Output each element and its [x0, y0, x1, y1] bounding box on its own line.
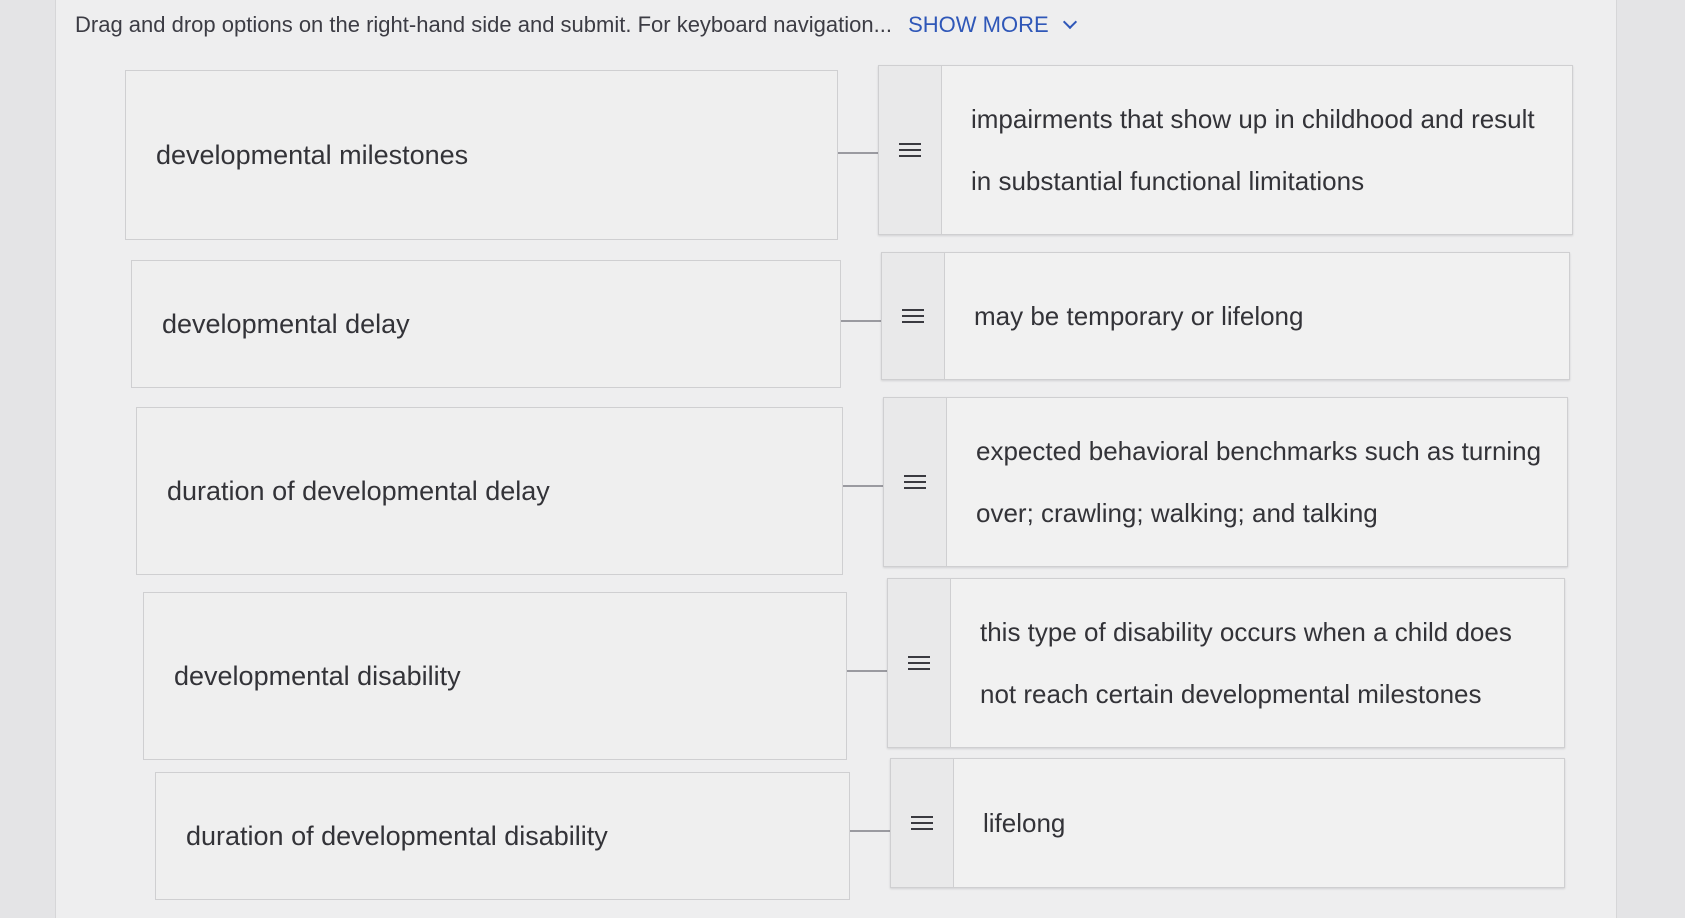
term-label: duration of developmental delay	[167, 475, 550, 506]
answer-option[interactable]: impairments that show up in childhood an…	[878, 65, 1573, 235]
drag-handle-icon[interactable]	[884, 398, 947, 566]
connector-line	[841, 320, 881, 322]
answer-option[interactable]: lifelong	[890, 758, 1565, 888]
term-box: developmental disability	[143, 592, 847, 760]
term-label: developmental milestones	[156, 139, 469, 170]
instructions-text: Drag and drop options on the right-hand …	[75, 12, 892, 37]
show-more-link[interactable]: SHOW MORE	[908, 12, 1077, 37]
answer-text: impairments that show up in childhood an…	[971, 104, 1535, 196]
drag-handle-icon[interactable]	[888, 579, 951, 747]
drag-handle-icon[interactable]	[879, 66, 942, 234]
connector-line	[843, 485, 883, 487]
connector-line	[838, 152, 878, 154]
connector-line	[847, 670, 887, 672]
answer-text: lifelong	[983, 808, 1066, 838]
answer-option[interactable]: may be temporary or lifelong	[881, 252, 1570, 380]
term-label: developmental delay	[162, 308, 410, 339]
answer-option[interactable]: expected behavioral benchmarks such as t…	[883, 397, 1568, 567]
term-label: developmental disability	[174, 660, 461, 691]
term-box: developmental milestones	[125, 70, 838, 240]
term-label: duration of developmental disability	[186, 820, 608, 851]
chevron-down-icon	[1062, 14, 1077, 30]
instructions-bar: Drag and drop options on the right-hand …	[75, 12, 1077, 38]
answer-option[interactable]: this type of disability occurs when a ch…	[887, 578, 1565, 748]
answer-text: this type of disability occurs when a ch…	[980, 617, 1512, 709]
show-more-label: SHOW MORE	[908, 12, 1049, 37]
answer-text: expected behavioral benchmarks such as t…	[976, 436, 1542, 528]
answer-text: may be temporary or lifelong	[974, 301, 1304, 331]
drag-handle-icon[interactable]	[882, 253, 945, 379]
term-box: duration of developmental disability	[155, 772, 850, 900]
term-box: duration of developmental delay	[136, 407, 843, 575]
connector-line	[850, 830, 890, 832]
term-box: developmental delay	[131, 260, 841, 388]
drag-handle-icon[interactable]	[891, 759, 954, 887]
